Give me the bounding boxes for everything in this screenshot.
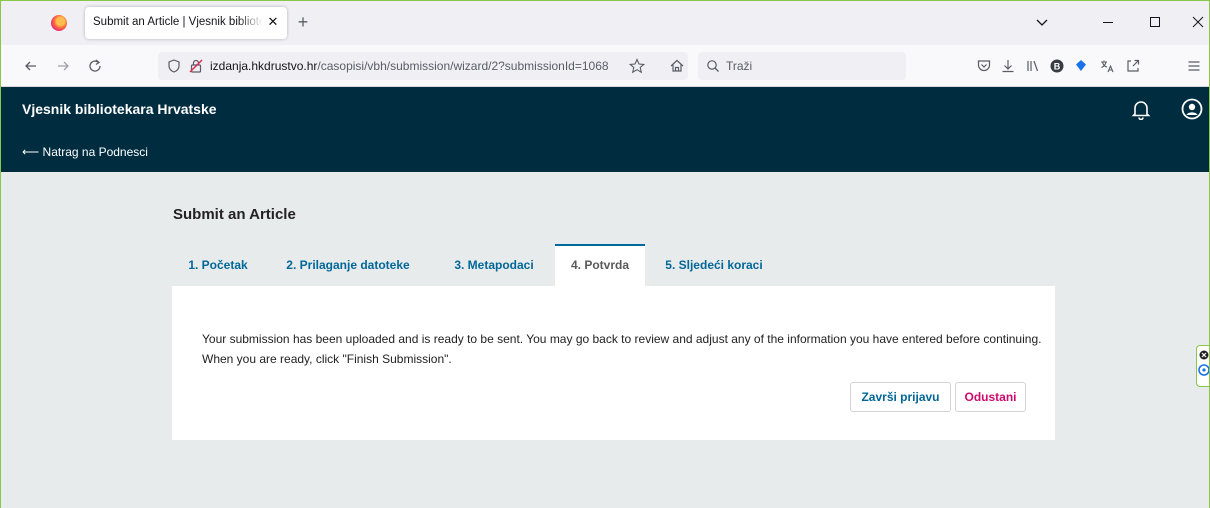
home-icon[interactable] xyxy=(667,56,687,76)
back-icon[interactable] xyxy=(21,56,41,76)
tab-metapodaci[interactable]: 3. Metapodaci xyxy=(433,244,555,286)
share-icon[interactable] xyxy=(1124,57,1142,75)
user-avatar-icon[interactable] xyxy=(1181,98,1203,120)
search-bar[interactable]: Traži xyxy=(698,52,906,80)
translate-icon[interactable] xyxy=(1098,57,1116,75)
site-title[interactable]: Vjesnik bibliotekara Hrvatske xyxy=(22,101,217,117)
maximize-icon[interactable] xyxy=(1144,11,1166,33)
finish-submission-button[interactable]: Završi prijavu xyxy=(850,382,951,412)
bitwarden-icon[interactable] xyxy=(1072,57,1090,75)
lock-icon[interactable] xyxy=(188,58,204,74)
tab-list-chevron-icon[interactable] xyxy=(1033,13,1051,31)
url-bar[interactable]: izdanja.hkdrustvo.hr/casopisi/vbh/submis… xyxy=(158,52,688,80)
page-title: Submit an Article xyxy=(173,206,296,223)
side-extension-badge[interactable] xyxy=(1196,345,1209,387)
tab-potvrda[interactable]: 4. Potvrda xyxy=(555,244,645,286)
svg-text:B: B xyxy=(1054,62,1061,72)
url-path: /casopisi/vbh/submission/wizard/2?submis… xyxy=(317,59,609,73)
tab-strip: Submit an Article | Vjesnik bibliotekara… xyxy=(1,1,1209,45)
reload-icon[interactable] xyxy=(85,56,105,76)
minimize-icon[interactable] xyxy=(1097,11,1119,33)
confirmation-panel: Your submission has been uploaded and is… xyxy=(172,286,1055,440)
library-icon[interactable] xyxy=(1024,57,1042,75)
browser-window: Submit an Article | Vjesnik bibliotekara… xyxy=(0,0,1210,508)
tab-prilaganje-datoteke[interactable]: 2. Prilaganje datoteke xyxy=(263,244,433,286)
navigation-toolbar: izdanja.hkdrustvo.hr/casopisi/vbh/submis… xyxy=(1,45,1209,87)
tab-sljedeci-koraci[interactable]: 5. Sljedeći koraci xyxy=(645,244,783,286)
tab-close-icon[interactable]: ✕ xyxy=(265,14,281,30)
app-header: Vjesnik bibliotekara Hrvatske ⟵ Natrag n… xyxy=(1,87,1209,172)
browser-tab-active[interactable]: Submit an Article | Vjesnik bibliotekara… xyxy=(85,7,287,39)
confirmation-message: Your submission has been uploaded and is… xyxy=(202,332,1042,366)
search-placeholder: Traži xyxy=(726,59,753,73)
search-icon xyxy=(706,59,720,73)
firefox-logo-icon[interactable] xyxy=(51,15,67,31)
url-host: izdanja.hkdrustvo.hr xyxy=(210,59,318,73)
main-content: Submit an Article 1. Početak 2. Prilagan… xyxy=(1,172,1209,508)
new-tab-button[interactable]: + xyxy=(293,12,313,32)
pocket-icon[interactable] xyxy=(975,57,993,75)
shield-icon[interactable] xyxy=(166,58,182,74)
tab-pocetak[interactable]: 1. Početak xyxy=(173,244,263,286)
download-icon[interactable] xyxy=(999,57,1017,75)
cancel-button[interactable]: Odustani xyxy=(955,382,1026,412)
close-window-icon[interactable] xyxy=(1187,11,1209,33)
extension-b-icon[interactable]: B xyxy=(1048,57,1066,75)
tab-title: Submit an Article | Vjesnik bibliotekara… xyxy=(93,16,263,28)
back-to-submissions-link[interactable]: ⟵ Natrag na Podnesci xyxy=(22,145,148,159)
star-icon[interactable] xyxy=(628,57,646,75)
extension-close-icon xyxy=(1198,350,1209,376)
forward-icon[interactable] xyxy=(53,56,73,76)
url-text[interactable]: izdanja.hkdrustvo.hr/casopisi/vbh/submis… xyxy=(210,59,620,73)
bell-icon[interactable] xyxy=(1131,98,1151,121)
menu-icon[interactable] xyxy=(1185,57,1203,75)
